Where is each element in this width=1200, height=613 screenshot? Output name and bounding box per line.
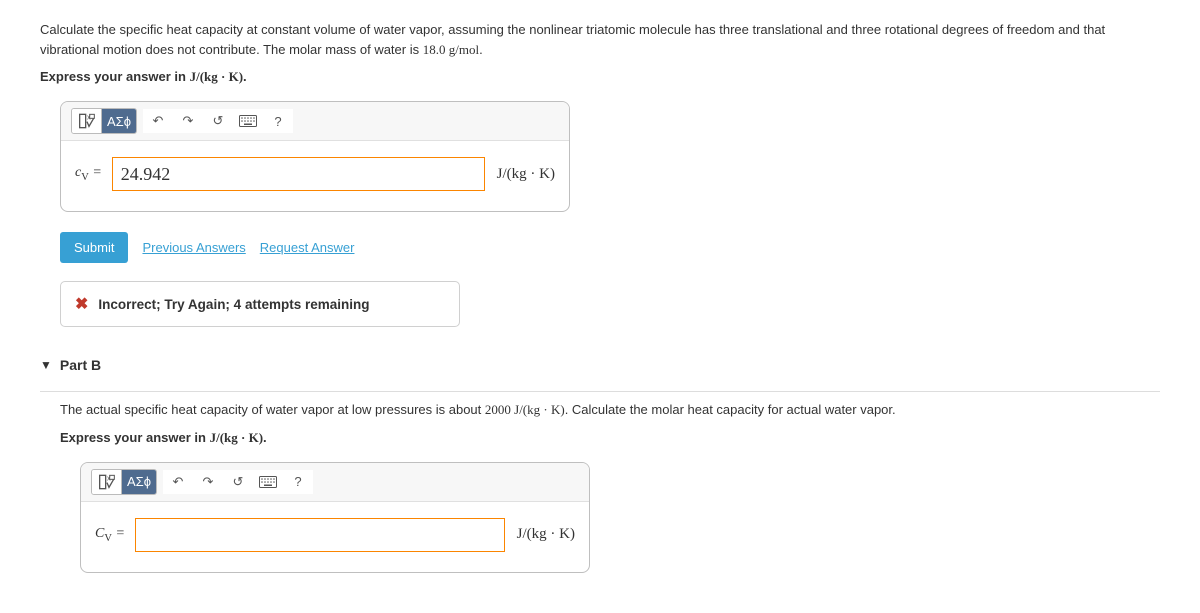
answer-box-b: x ΑΣϕ ↶ ↷ ↺ ? CV = J/(kg · K): [80, 462, 590, 573]
keyboard-icon: [239, 115, 257, 127]
instr-b-prefix: Express your answer in: [60, 430, 210, 445]
feedback-text: Incorrect; Try Again; 4 attempts remaini…: [98, 297, 369, 312]
part-b-section: The actual specific heat capacity of wat…: [60, 400, 1160, 573]
part-b-title: Part B: [60, 357, 101, 373]
divider: [40, 391, 1160, 392]
reset-button[interactable]: ↺: [203, 109, 233, 133]
undo-button-b[interactable]: ↶: [163, 470, 193, 494]
instruction-a: Express your answer in J/(kg · K).: [40, 69, 1160, 85]
reset-button-b[interactable]: ↺: [223, 470, 253, 494]
templates-button[interactable]: x: [72, 109, 102, 133]
keyboard-icon: [259, 476, 277, 488]
mode-group: x ΑΣϕ: [71, 108, 137, 134]
molar-mass: 18.0 g/mol: [423, 42, 479, 57]
instr-suffix: .: [243, 69, 247, 84]
unit-b: J/(kg · K): [517, 526, 575, 543]
templates-icon: x: [79, 113, 95, 129]
action-row-a: Submit Previous Answers Request Answer: [60, 232, 1160, 263]
part-a-section: Calculate the specific heat capacity at …: [40, 20, 1160, 327]
question-b-body: The actual specific heat capacity of wat…: [60, 402, 485, 417]
mode-group-b: x ΑΣϕ: [91, 469, 157, 495]
q-b-end: . Calculate the molar heat capacity for …: [565, 402, 896, 417]
answer-input-a[interactable]: [112, 157, 485, 191]
instr-b-unit: J/(kg · K): [210, 430, 263, 445]
templates-button-b[interactable]: x: [92, 470, 122, 494]
lhs-b: CV =: [95, 526, 125, 544]
undo-button[interactable]: ↶: [143, 109, 173, 133]
unit-a: J/(kg · K): [497, 166, 555, 183]
lhs-b-sym: C: [95, 526, 104, 541]
answer-box-a: x ΑΣϕ ↶ ↷ ↺ ? cV = J/(kg · K): [60, 101, 570, 212]
incorrect-icon: ✖: [75, 294, 88, 314]
input-row-a: cV = J/(kg · K): [61, 141, 569, 211]
given-value: 2000 J/(kg · K): [485, 402, 565, 417]
redo-button-b[interactable]: ↷: [193, 470, 223, 494]
submit-button[interactable]: Submit: [60, 232, 128, 263]
equation-toolbar-a: x ΑΣϕ ↶ ↷ ↺ ?: [61, 102, 569, 141]
keyboard-button[interactable]: [233, 109, 263, 133]
equals-b: =: [112, 526, 125, 541]
keyboard-button-b[interactable]: [253, 470, 283, 494]
symbols-button-b[interactable]: ΑΣϕ: [122, 470, 156, 494]
equation-toolbar-b: x ΑΣϕ ↶ ↷ ↺ ?: [81, 463, 589, 502]
q-end: .: [479, 42, 483, 57]
help-button-b[interactable]: ?: [283, 470, 313, 494]
part-b-header[interactable]: ▼ Part B: [40, 357, 1160, 373]
question-body: Calculate the specific heat capacity at …: [40, 22, 1105, 57]
caret-down-icon: ▼: [40, 358, 52, 372]
request-answer-link[interactable]: Request Answer: [260, 240, 355, 255]
templates-icon: x: [99, 474, 115, 490]
feedback-box: ✖ Incorrect; Try Again; 4 attempts remai…: [60, 281, 460, 327]
instr-prefix: Express your answer in: [40, 69, 190, 84]
instr-b-suffix: .: [263, 430, 267, 445]
instruction-b: Express your answer in J/(kg · K).: [60, 430, 1160, 446]
equals: =: [89, 165, 102, 180]
input-row-b: CV = J/(kg · K): [81, 502, 589, 572]
answer-input-b[interactable]: [135, 518, 505, 552]
lhs-a: cV =: [75, 165, 102, 183]
previous-answers-link[interactable]: Previous Answers: [142, 240, 245, 255]
question-text-b: The actual specific heat capacity of wat…: [60, 400, 1160, 420]
redo-button[interactable]: ↷: [173, 109, 203, 133]
question-text-a: Calculate the specific heat capacity at …: [40, 20, 1160, 59]
symbols-button[interactable]: ΑΣϕ: [102, 109, 136, 133]
instr-unit: J/(kg · K): [190, 69, 243, 84]
help-button[interactable]: ?: [263, 109, 293, 133]
lhs-sub: V: [81, 172, 89, 183]
lhs-b-sub: V: [104, 532, 112, 543]
